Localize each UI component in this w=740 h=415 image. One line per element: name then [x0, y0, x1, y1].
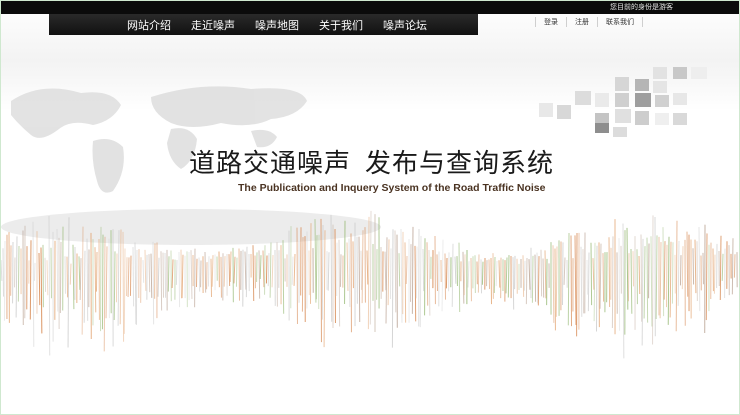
- banner-title-cn-part1: 道路交通噪声: [189, 149, 352, 179]
- banner-title-cn: 道路交通噪声 发布与查询系统: [189, 143, 554, 180]
- banner-title-en: The Publication and Inquery System of th…: [238, 182, 546, 194]
- square-mosaic-graphic: [539, 67, 707, 137]
- page: 您目前的身份是游客 网站介绍 走近噪声 噪声地图 关于我们 噪声论坛 登录 注册…: [0, 0, 740, 415]
- sound-waveform-graphic: [1, 210, 738, 359]
- banner-title-cn-part2: 发布与查询系统: [365, 149, 555, 179]
- earth-horizon-graphic: [1, 209, 381, 245]
- banner-artwork: [1, 67, 738, 359]
